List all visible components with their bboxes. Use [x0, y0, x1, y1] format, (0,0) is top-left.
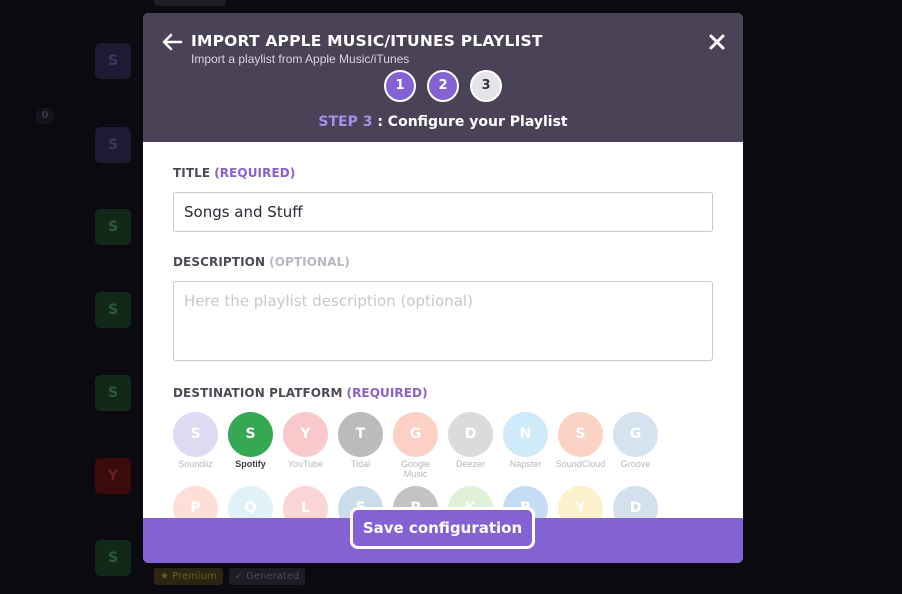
step-caption: STEP 3 : Configure your Playlist	[143, 114, 743, 130]
platform-option[interactable]: G Google Music	[388, 412, 443, 479]
step-3: 3	[470, 70, 502, 102]
platform-option[interactable]: Y YouTube	[278, 412, 333, 469]
platform-name: Soundiiz	[178, 459, 213, 469]
platform-name: Groove	[620, 459, 651, 469]
platform-option[interactable]: S Soundiiz	[168, 412, 223, 469]
platform-name: YouTube	[287, 459, 324, 469]
description-textarea[interactable]	[173, 281, 713, 361]
destination-label-text: DESTINATION PLATFORM	[173, 386, 343, 400]
modal-subtitle: Import a playlist from Apple Music/iTune…	[191, 52, 410, 66]
import-playlist-modal: IMPORT APPLE MUSIC/ITUNES PLAYLIST Impor…	[143, 13, 743, 563]
platform-logo-icon: S	[558, 412, 603, 457]
platform-name: Google Music	[400, 459, 431, 479]
description-label: DESCRIPTION (OPTIONAL)	[173, 255, 350, 269]
title-label-text: TITLE	[173, 166, 211, 180]
title-label: TITLE (REQUIRED)	[173, 166, 295, 180]
platform-logo-icon: T	[338, 412, 383, 457]
arrow-left-icon[interactable]	[161, 31, 183, 53]
platform-option[interactable]: G Groove	[608, 412, 663, 469]
platform-name: Deezer	[455, 459, 485, 469]
step-indicator: 1 2 3	[384, 70, 502, 102]
background-counter: 0	[36, 108, 54, 124]
step-caption-text: : Configure your Playlist	[372, 114, 568, 130]
background-playlist-tile: S	[95, 209, 131, 245]
background-playlist-tile: S	[95, 540, 131, 576]
destination-label: DESTINATION PLATFORM (REQUIRED)	[173, 386, 428, 400]
generated-badge: ✓ Generated	[228, 568, 306, 585]
platform-name: Tidal	[350, 459, 371, 469]
step-2: 2	[427, 70, 459, 102]
platform-option[interactable]: D Deezer	[443, 412, 498, 469]
platform-logo-icon: Y	[283, 412, 328, 457]
platform-logo-icon: G	[393, 412, 438, 457]
description-label-text: DESCRIPTION	[173, 255, 266, 269]
modal-title: IMPORT APPLE MUSIC/ITUNES PLAYLIST	[191, 32, 543, 50]
premium-badge: ★ Premium	[154, 568, 223, 585]
description-optional-tag: (OPTIONAL)	[269, 255, 350, 269]
platform-name: Spotify	[235, 459, 266, 469]
platform-logo-icon: N	[503, 412, 548, 457]
platform-name: Napster	[509, 459, 542, 469]
background-playlist-tile: S	[95, 127, 131, 163]
platform-name: SoundCloud	[555, 459, 606, 469]
platform-logo-icon: G	[613, 412, 658, 457]
platform-logo-icon: S	[228, 412, 273, 457]
title-input[interactable]	[173, 192, 713, 232]
background-generated-badge	[154, 0, 226, 6]
background-playlist-tile: Y	[95, 458, 131, 494]
close-icon[interactable]	[708, 33, 726, 51]
modal-header: IMPORT APPLE MUSIC/ITUNES PLAYLIST Impor…	[143, 13, 743, 142]
background-badges: ★ Premium ✓ Generated	[154, 568, 306, 585]
platform-logo-icon: S	[173, 412, 218, 457]
background-playlist-tile: S	[95, 292, 131, 328]
destination-required-tag: (REQUIRED)	[346, 386, 428, 400]
platform-logo-icon: D	[448, 412, 493, 457]
platform-option[interactable]: S SoundCloud	[553, 412, 608, 469]
platform-option[interactable]: N Napster	[498, 412, 553, 469]
platform-option[interactable]: T Tidal	[333, 412, 388, 469]
save-configuration-button[interactable]: Save configuration	[350, 507, 535, 549]
title-required-tag: (REQUIRED)	[214, 166, 296, 180]
background-playlist-tile: S	[95, 43, 131, 79]
step-caption-prefix: STEP 3	[318, 114, 373, 130]
step-1: 1	[384, 70, 416, 102]
platform-option[interactable]: S Spotify	[223, 412, 278, 469]
background-playlist-tile: S	[95, 375, 131, 411]
